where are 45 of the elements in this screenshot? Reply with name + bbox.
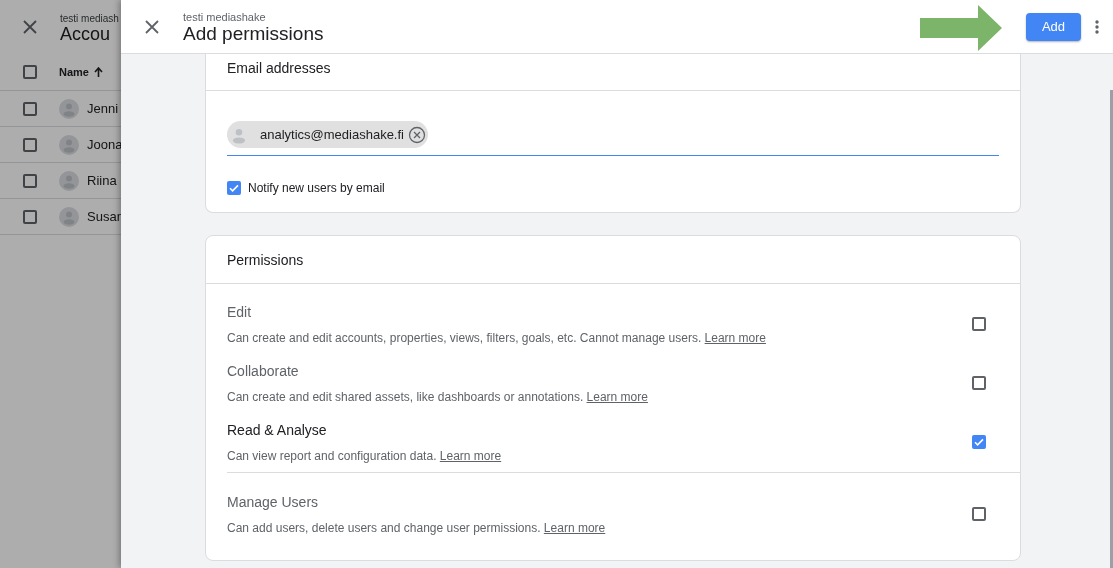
remove-icon[interactable] <box>408 125 426 144</box>
close-icon[interactable] <box>23 20 37 34</box>
user-name: Jenni <box>87 101 119 116</box>
user-name: Riina <box>87 173 117 188</box>
checkbox[interactable] <box>972 376 986 390</box>
checkbox[interactable] <box>972 435 986 449</box>
close-icon[interactable] <box>145 19 159 34</box>
checkbox[interactable] <box>22 209 37 224</box>
checkbox[interactable] <box>972 507 986 521</box>
email-field[interactable]: analytics@mediashake.fi <box>227 121 999 156</box>
card-title: Permissions <box>206 235 1020 284</box>
checkbox[interactable] <box>22 173 37 188</box>
permission-title: Edit <box>227 303 253 320</box>
avatar-icon <box>59 206 79 227</box>
page-title: Accou <box>60 23 112 45</box>
permission-title: Manage Users <box>227 493 320 510</box>
add-button[interactable]: Add <box>1026 12 1081 41</box>
email-address: analytics@mediashake.fi <box>260 127 404 142</box>
avatar-icon <box>59 98 79 119</box>
column-header[interactable]: Name <box>59 66 89 78</box>
drawer-title: Add permissions <box>183 22 324 45</box>
learn-more-link[interactable]: Learn more <box>586 389 648 404</box>
checkbox[interactable] <box>22 137 37 152</box>
account-subtitle: testi mediash <box>60 12 119 24</box>
permission-description: Can add users, delete users and change user permissions. Learn more <box>227 520 607 535</box>
permission-description: Can create and edit accounts, properties, views, filters, goals, etc. Cannot manage users. Learn more <box>227 330 767 345</box>
learn-more-link[interactable]: Learn more <box>439 448 502 463</box>
checkbox-label: Notify new users by email <box>248 180 385 195</box>
user-name: Joona <box>87 137 123 152</box>
permission-title: Read & Analyse <box>227 421 328 438</box>
arrow-up-icon <box>93 67 103 77</box>
more-icon[interactable] <box>1095 19 1099 34</box>
checkbox[interactable] <box>227 180 241 195</box>
permission-description: Can create and edit shared assets, like dashboards or annotations. Learn more <box>227 389 649 404</box>
permission-description: Can view report and configuration data. Learn more <box>227 448 503 463</box>
checkbox[interactable] <box>22 101 37 116</box>
checkbox[interactable] <box>22 65 37 79</box>
permission-title: Collaborate <box>227 362 300 379</box>
card-title: Email addresses <box>206 54 1020 91</box>
avatar-icon <box>59 134 79 155</box>
avatar-icon <box>59 170 79 191</box>
learn-more-link[interactable]: Learn more <box>704 330 766 345</box>
account-subtitle: testi mediashake <box>183 10 267 23</box>
checkbox[interactable] <box>972 317 986 331</box>
learn-more-link[interactable]: Learn more <box>543 520 606 535</box>
